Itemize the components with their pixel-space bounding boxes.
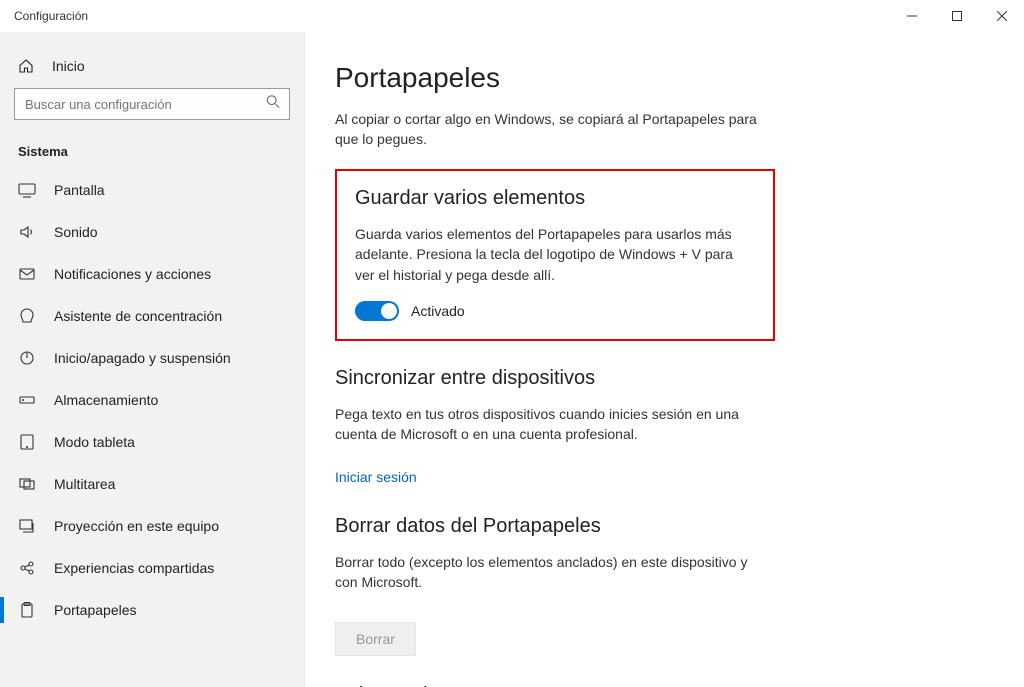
sidebar-home-label: Inicio <box>52 58 85 74</box>
sidebar-item-sonido[interactable]: Sonido <box>0 211 304 253</box>
sidebar-item-notificaciones[interactable]: Notificaciones y acciones <box>0 253 304 295</box>
sync-desc: Pega texto en tus otros dispositivos cua… <box>335 404 755 445</box>
clear-title: Borrar datos del Portapapeles <box>335 515 775 538</box>
main-panel: Portapapeles Al copiar o cortar algo en … <box>305 32 1024 687</box>
notifications-icon <box>18 265 36 283</box>
clipboard-icon <box>18 601 36 619</box>
sidebar-category: Sistema <box>0 136 304 169</box>
shared-icon <box>18 559 36 577</box>
sidebar-nav: Pantalla Sonido Notificaciones y accione… <box>0 169 304 631</box>
sidebar-home[interactable]: Inicio <box>0 50 304 88</box>
maximize-button[interactable] <box>934 0 979 32</box>
sidebar: Inicio Sistema Pantalla Sonido Noti <box>0 32 305 687</box>
sidebar-item-label: Pantalla <box>54 182 105 198</box>
clear-desc: Borrar todo (excepto los elementos ancla… <box>335 552 755 593</box>
sidebar-item-label: Almacenamiento <box>54 392 158 408</box>
sidebar-item-label: Inicio/apagado y suspensión <box>54 350 231 366</box>
tablet-icon <box>18 433 36 451</box>
close-button[interactable] <box>979 0 1024 32</box>
projection-icon <box>18 517 36 535</box>
sync-title: Sincronizar entre dispositivos <box>335 367 775 390</box>
save-toggle-label: Activado <box>411 303 465 319</box>
sidebar-item-label: Portapapeles <box>54 602 137 618</box>
clear-section: Borrar datos del Portapapeles Borrar tod… <box>335 515 775 657</box>
search-box[interactable] <box>14 88 290 120</box>
minimize-button[interactable] <box>889 0 934 32</box>
sidebar-item-proyeccion[interactable]: Proyección en este equipo <box>0 505 304 547</box>
sidebar-item-pantalla[interactable]: Pantalla <box>0 169 304 211</box>
window-title: Configuración <box>14 9 88 23</box>
sidebar-item-tableta[interactable]: Modo tableta <box>0 421 304 463</box>
sidebar-item-label: Multitarea <box>54 476 115 492</box>
sidebar-item-portapapeles[interactable]: Portapapeles <box>0 589 304 631</box>
clear-button[interactable]: Borrar <box>335 622 416 656</box>
sidebar-item-multitarea[interactable]: Multitarea <box>0 463 304 505</box>
save-title: Guardar varios elementos <box>355 187 755 210</box>
page-title: Portapapeles <box>335 62 974 94</box>
sidebar-item-experiencias[interactable]: Experiencias compartidas <box>0 547 304 589</box>
sidebar-item-label: Modo tableta <box>54 434 135 450</box>
sign-in-link[interactable]: Iniciar sesión <box>335 469 417 485</box>
multitask-icon <box>18 475 36 493</box>
sidebar-item-label: Experiencias compartidas <box>54 560 214 576</box>
page-intro: Al copiar o cortar algo en Windows, se c… <box>335 110 775 149</box>
sidebar-item-almacenamiento[interactable]: Almacenamiento <box>0 379 304 421</box>
save-desc: Guarda varios elementos del Portapapeles… <box>355 224 755 285</box>
power-icon <box>18 349 36 367</box>
sidebar-item-label: Proyección en este equipo <box>54 518 219 534</box>
sidebar-item-energia[interactable]: Inicio/apagado y suspensión <box>0 337 304 379</box>
sidebar-item-asistente[interactable]: Asistente de concentración <box>0 295 304 337</box>
search-input[interactable] <box>14 88 290 120</box>
sound-icon <box>18 223 36 241</box>
storage-icon <box>18 391 36 409</box>
focus-icon <box>18 307 36 325</box>
titlebar: Configuración <box>0 0 1024 32</box>
sidebar-item-label: Sonido <box>54 224 98 240</box>
display-icon <box>18 181 36 199</box>
search-icon <box>266 95 280 114</box>
sidebar-item-label: Asistente de concentración <box>54 308 222 324</box>
home-icon <box>18 58 34 74</box>
save-toggle[interactable] <box>355 301 399 321</box>
sync-section: Sincronizar entre dispositivos Pega text… <box>335 367 775 487</box>
sidebar-item-label: Notificaciones y acciones <box>54 266 211 282</box>
save-section-highlight: Guardar varios elementos Guarda varios e… <box>335 169 775 341</box>
